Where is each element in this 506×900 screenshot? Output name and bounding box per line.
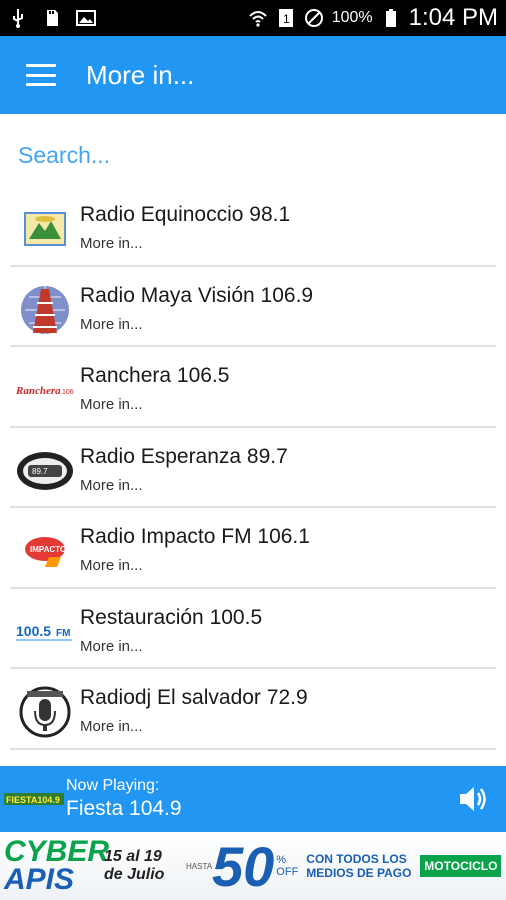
menu-icon[interactable] [26, 64, 56, 86]
ad-motociclo: MOTOCICLO [420, 855, 502, 877]
station-title: Radio Impacto FM 106.1 [80, 525, 310, 548]
station-list: Radio Equinoccio 98.1 More in... Radio M… [10, 186, 496, 750]
fiesta-logo: FIESTA104.9 [4, 789, 64, 809]
station-subtitle: More in... [80, 396, 143, 413]
svg-text:89.7: 89.7 [32, 467, 48, 476]
station-subtitle: More in... [80, 557, 143, 574]
volume-icon[interactable] [456, 782, 490, 816]
ad-off: % OFF [276, 854, 299, 878]
svg-text:Ranchera: Ranchera [16, 385, 61, 397]
station-subtitle: More in... [80, 476, 143, 494]
svg-text:1: 1 [283, 12, 290, 26]
ad-brand: CYBER APIS [4, 835, 110, 896]
battery-icon [385, 9, 396, 27]
list-item[interactable]: Radio Maya Visión 106.9 More in... [10, 267, 496, 347]
station-subtitle: More in... [80, 637, 143, 655]
svg-text:FM: FM [56, 628, 70, 639]
ad-discount: 50 [212, 834, 275, 898]
ad-banner[interactable]: CYBER APIS 15 al 19 de Julio HASTA 50 % … [0, 832, 506, 900]
do-not-disturb-icon [304, 9, 323, 27]
image-icon [76, 10, 96, 26]
station-title: Ranchera 106.5 [80, 364, 230, 387]
station-title: Radio Esperanza 89.7 [80, 444, 288, 468]
station-title: Radiodj El salvador 72.9 [80, 686, 308, 709]
restauracion-logo: 100.5 FM [16, 603, 74, 661]
app-bar: More in... [0, 36, 506, 114]
battery-percent: 100% [331, 9, 373, 26]
list-item[interactable]: 100.5 FM Restauración 100.5 More in... [10, 589, 496, 669]
impacto-logo: IMPACTO [16, 522, 74, 580]
search-input[interactable]: Search... [18, 142, 110, 169]
station-title: Restauración 100.5 [80, 605, 263, 629]
list-item[interactable]: Radiodj El salvador 72.9 More in... [10, 669, 496, 750]
list-item[interactable]: 89.7 Radio Esperanza 89.7 More in... [10, 428, 496, 508]
svg-text:FIESTA104.9: FIESTA104.9 [6, 795, 60, 805]
svg-text:106: 106 [62, 389, 74, 396]
ranchera-logo: Ranchera 106 [16, 361, 74, 419]
now-playing-bar[interactable]: FIESTA104.9 Now Playing: Fiesta 104.9 [0, 766, 506, 832]
station-title: Radio Maya Visión 106.9 [80, 283, 314, 307]
ad-hasta: HASTA [186, 861, 213, 871]
station-title: Radio Equinoccio 98.1 [80, 203, 291, 226]
page-title: More in... [86, 59, 195, 90]
now-playing-label: Now Playing: [66, 777, 160, 794]
status-bar: 1 100% 1:04 PM [0, 0, 506, 36]
list-item[interactable]: Ranchera 106 Ranchera 106.5 More in... [10, 347, 496, 428]
now-playing-station: Fiesta 104.9 [66, 797, 182, 820]
radiodj-logo [16, 683, 74, 741]
station-subtitle: More in... [80, 235, 143, 252]
usb-icon [13, 9, 23, 28]
sim-icon: 1 [278, 9, 293, 27]
svg-text:IMPACTO: IMPACTO [30, 545, 66, 554]
ad-payment: CON TODOS LOS MEDIOS DE PAGO [306, 852, 412, 880]
sd-card-icon [47, 10, 58, 26]
maya-vision-logo [16, 281, 74, 339]
equinoccio-logo [16, 200, 74, 258]
svg-text:100.5: 100.5 [16, 623, 51, 639]
clock: 1:04 PM [408, 4, 498, 31]
wifi-icon [248, 11, 267, 27]
esperanza-logo: 89.7 [16, 442, 74, 500]
ad-dates: 15 al 19 de Julio [104, 848, 165, 883]
station-subtitle: More in... [80, 718, 143, 735]
list-item[interactable]: Radio Equinoccio 98.1 More in... [10, 186, 496, 267]
list-item[interactable]: IMPACTO Radio Impacto FM 106.1 More in..… [10, 508, 496, 589]
station-subtitle: More in... [80, 315, 143, 333]
